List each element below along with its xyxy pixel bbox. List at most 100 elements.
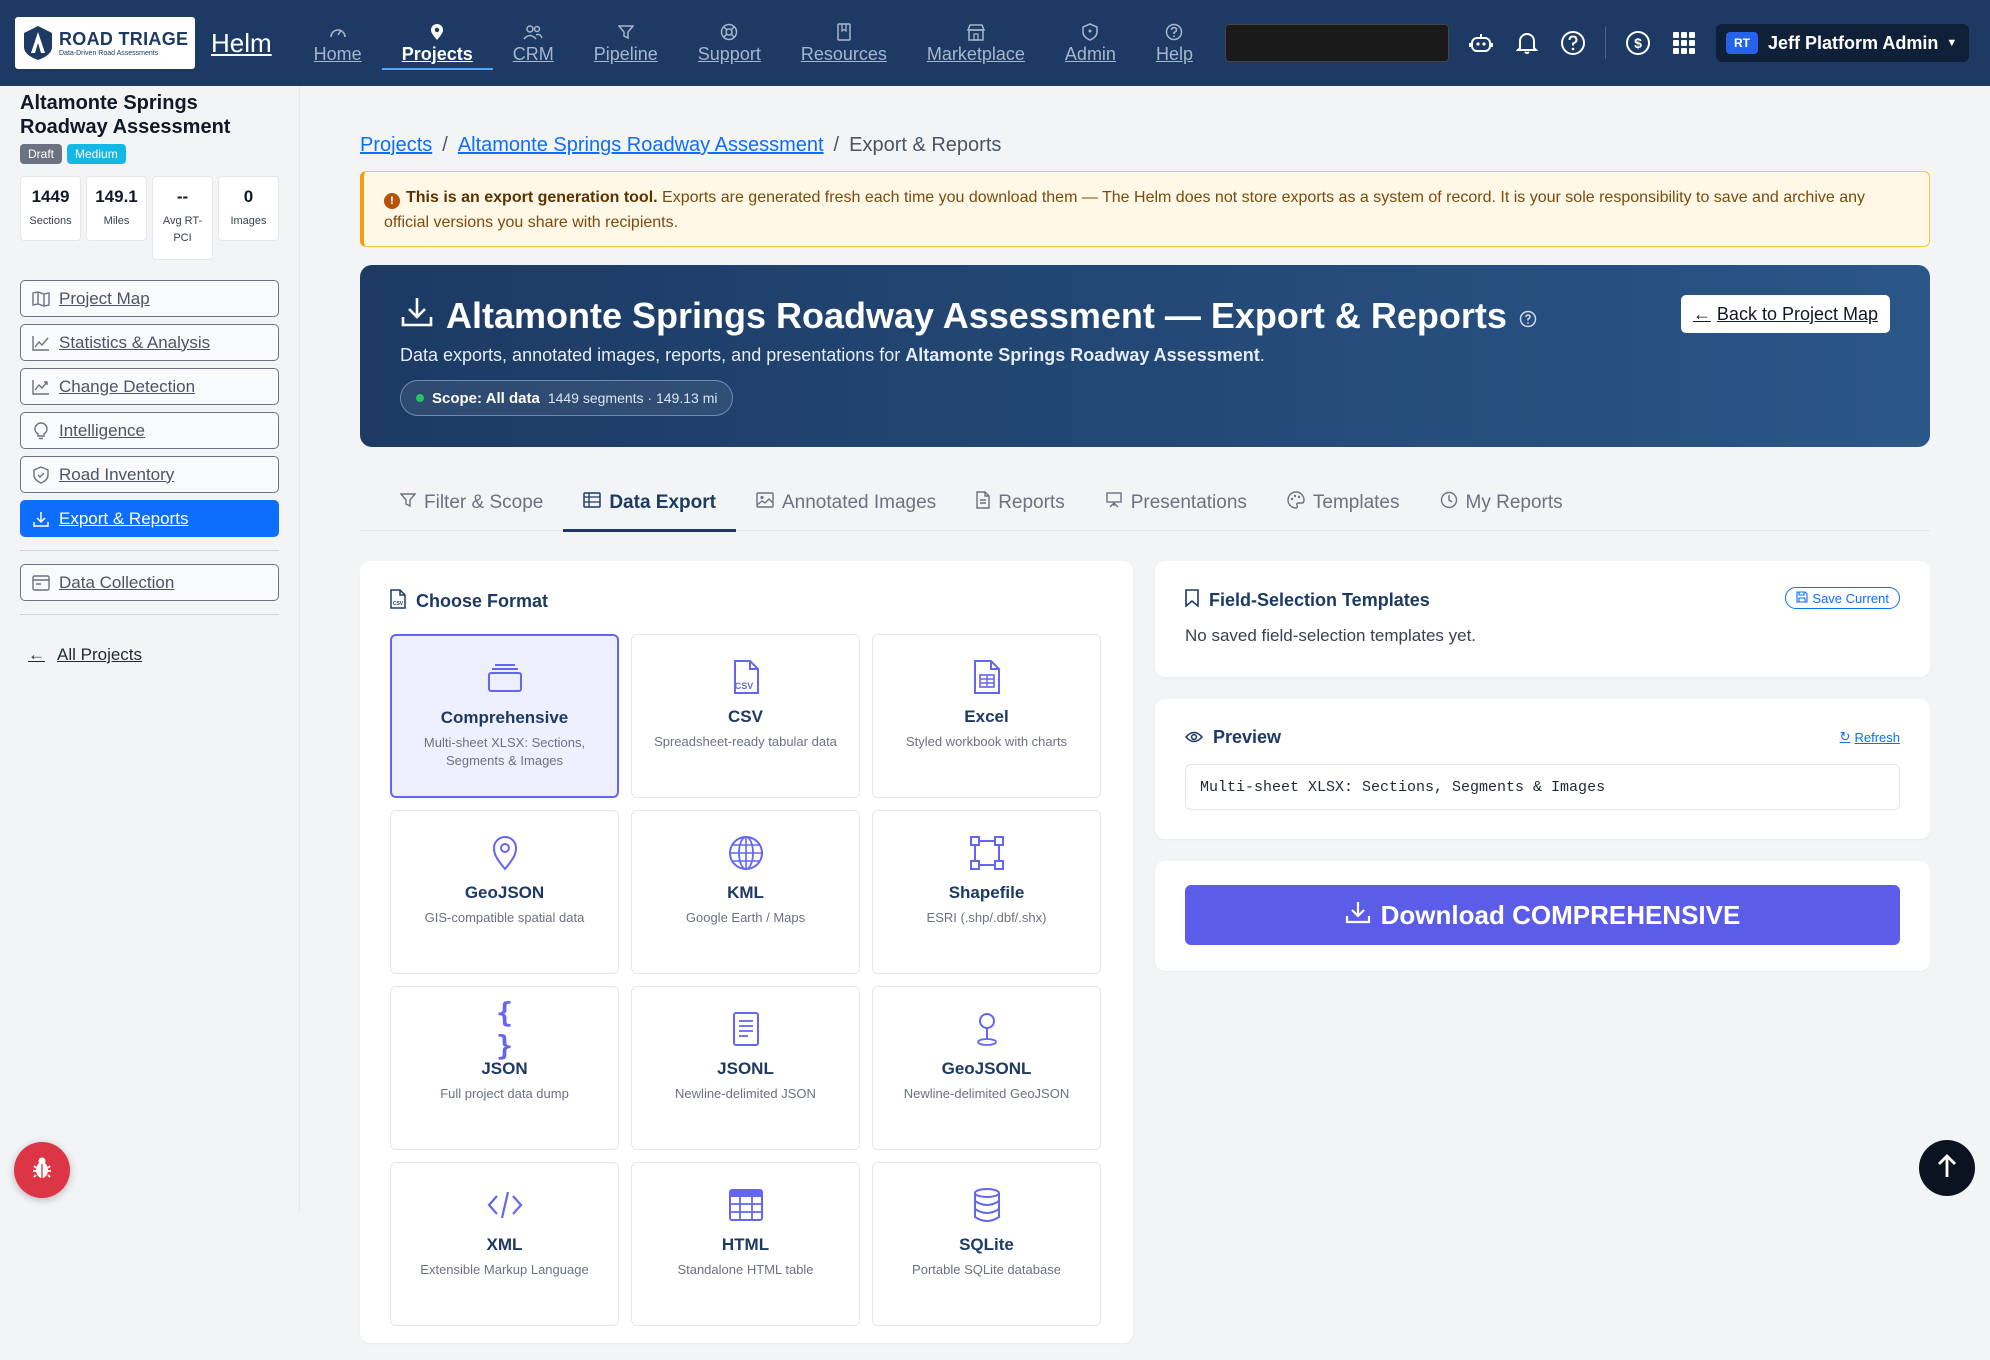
project-nav: Project Map Statistics & Analysis Change… [20,280,279,537]
format-option-json[interactable]: { } JSON Full project data dump [390,986,619,1150]
grid-table-icon [726,1185,766,1225]
sidebar-item-data-collection[interactable]: Data Collection [20,564,279,601]
sidebar-item-project-map[interactable]: Project Map [20,280,279,317]
apps-grid-icon[interactable] [1670,29,1698,57]
tab-my-reports[interactable]: My Reports [1420,475,1583,531]
breadcrumb-projects[interactable]: Projects [360,134,432,157]
user-menu-button[interactable]: RT Jeff Platform Admin ▼ [1715,24,1970,62]
question-icon [1164,22,1184,42]
shield-icon [1080,22,1100,42]
nav-crm[interactable]: CRM [493,0,574,86]
project-stats: 1449 Sections 149.1 Miles -- Avg RT-PCI … [20,176,279,260]
breadcrumb-current: Export & Reports [849,134,1002,156]
format-description: ESRI (.shp/.dbf/.shx) [926,910,1047,925]
tab-data-export[interactable]: Data Export [563,475,736,532]
robot-assistant-icon[interactable] [1467,29,1495,57]
stat-value: 149.1 [95,187,138,206]
pushpin-icon [967,1009,1007,1049]
nav-resources[interactable]: Resources [781,0,907,86]
preview-heading: Preview [1184,727,1900,748]
format-name: GeoJSON [464,883,545,902]
save-current-template-button[interactable]: Save Current [1785,587,1900,609]
sidebar-item-intelligence[interactable]: Intelligence [20,412,279,449]
sidebar-item-change-detection[interactable]: Change Detection [20,368,279,405]
file-icon: CSV [390,589,406,614]
dollar-coin-icon[interactable]: $ [1624,29,1652,57]
sidebar-item-export-reports[interactable]: Export & Reports [20,500,279,537]
code-icon [485,1185,525,1225]
sidebar-item-road-inventory[interactable]: Road Inventory [20,456,279,493]
breadcrumb: Projects / Altamonte Springs Roadway Ass… [360,134,1930,157]
text-file-icon [726,1009,766,1049]
breadcrumb-project[interactable]: Altamonte Springs Roadway Assessment [458,134,824,157]
back-to-project-map-button[interactable]: ← Back to Project Map [1680,295,1890,333]
download-button[interactable]: Download COMPREHENSIVE [1185,885,1900,945]
funnel-icon [399,492,417,514]
nav-pipeline[interactable]: Pipeline [574,0,678,86]
format-option-geojsonl[interactable]: GeoJSONL Newline-delimited GeoJSON [872,986,1101,1150]
format-option-xml[interactable]: XML Extensible Markup Language [390,1162,619,1326]
all-projects-link[interactable]: ← All Projects [20,645,279,665]
database-icon [967,1185,1007,1225]
format-name: CSV [728,707,763,726]
format-description: Portable SQLite database [912,1262,1061,1277]
format-option-jsonl[interactable]: JSONL Newline-delimited JSON [631,986,860,1150]
help-circle-icon[interactable] [1559,29,1587,57]
refresh-preview-link[interactable]: ↻ Refresh [1840,729,1900,745]
tab-filter-scope[interactable]: Filter & Scope [380,475,563,531]
format-option-geojson[interactable]: GeoJSON GIS-compatible spatial data [390,810,619,974]
nav-help-label: Help [1155,43,1193,64]
csv-file-icon: CSV [726,657,766,697]
format-option-csv[interactable]: CSV CSV Spreadsheet-ready tabular data [631,634,860,798]
format-name: JSONL [717,1059,774,1078]
lightbulb-icon [31,421,51,441]
nav-support[interactable]: Support [678,0,781,86]
format-description: Newline-delimited GeoJSON [903,1086,1070,1101]
format-option-comprehensive[interactable]: Comprehensive Multi-sheet XLSX: Sections… [390,634,619,798]
format-option-shapefile[interactable]: Shapefile ESRI (.shp/.dbf/.shx) [872,810,1101,974]
nav-help[interactable]: Help [1136,0,1213,86]
trend-icon [31,377,51,397]
scope-pill[interactable]: Scope: All data 1449 segments · 149.13 m… [400,380,734,416]
tab-reports[interactable]: Reports [956,475,1085,531]
global-search-input[interactable] [1224,24,1449,62]
breadcrumb-separator: / [442,134,448,156]
card-icon [31,573,51,593]
nav-admin[interactable]: Admin [1045,0,1136,86]
status-badge: Draft [20,144,63,164]
format-option-kml[interactable]: KML Google Earth / Maps [631,810,860,974]
project-title: Altamonte Springs Roadway Assessment [20,92,231,138]
download-icon [31,509,51,529]
format-option-excel[interactable]: Excel Styled workbook with charts [872,634,1101,798]
tab-label: Templates [1312,492,1400,513]
tab-templates[interactable]: Templates [1267,475,1420,531]
stat-images: 0 Images [218,176,279,241]
format-description: Multi-sheet XLSX: Sections, Segments & I… [423,735,586,768]
tab-presentations[interactable]: Presentations [1085,475,1267,531]
bell-icon[interactable] [1513,29,1541,57]
nav-home[interactable]: Home [294,0,382,86]
helm-brand-link[interactable]: Helm [211,28,272,59]
info-icon[interactable] [1519,295,1537,337]
shield-check-icon [31,465,51,485]
export-hero-banner: Altamonte Springs Roadway Assessment — E… [360,265,1930,447]
shop-icon [966,22,986,42]
nav-marketplace[interactable]: Marketplace [907,0,1045,86]
sidebar-item-statistics[interactable]: Statistics & Analysis [20,324,279,361]
road-triage-logo-icon [23,24,53,62]
bug-report-button[interactable] [14,1142,70,1198]
tab-annotated-images[interactable]: Annotated Images [736,475,956,531]
hero-desc-project: Altamonte Springs Roadway Assessment [905,345,1260,365]
bug-icon [31,1156,53,1185]
format-option-sqlite[interactable]: SQLite Portable SQLite database [872,1162,1101,1326]
road-triage-logo[interactable]: ROAD TRIAGE Data-Driven Road Assessments [15,17,195,69]
logo-title: ROAD TRIAGE [59,28,189,49]
card-title: Preview [1213,727,1282,747]
document-icon [976,491,990,515]
format-option-html[interactable]: HTML Standalone HTML table [631,1162,860,1326]
top-nav: ROAD TRIAGE Data-Driven Road Assessments… [0,0,1990,86]
nav-pipeline-label: Pipeline [593,43,658,64]
scroll-to-top-button[interactable] [1919,1140,1975,1196]
format-name: SQLite [959,1235,1014,1254]
nav-projects[interactable]: Projects [381,0,493,86]
